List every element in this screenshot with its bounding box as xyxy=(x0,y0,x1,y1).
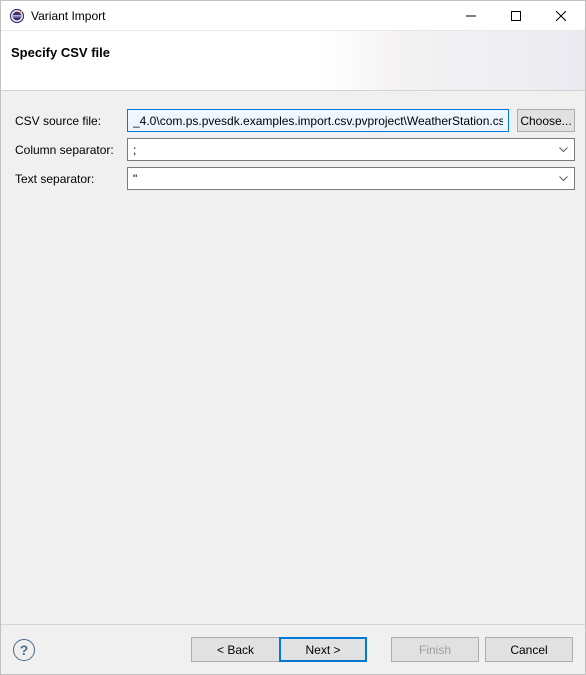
text-separator-select[interactable]: " xyxy=(127,167,575,190)
csv-source-input[interactable] xyxy=(127,109,509,132)
back-button[interactable]: < Back xyxy=(191,637,279,662)
minimize-button[interactable] xyxy=(448,1,493,30)
next-button[interactable]: Next > xyxy=(279,637,367,662)
text-separator-label: Text separator: xyxy=(15,172,123,186)
eclipse-icon xyxy=(9,8,25,24)
maximize-button[interactable] xyxy=(493,1,538,30)
window-controls xyxy=(448,1,583,30)
text-separator-row: Text separator: " xyxy=(15,167,575,190)
csv-source-label: CSV source file: xyxy=(15,114,123,128)
choose-button[interactable]: Choose... xyxy=(517,109,575,132)
titlebar: Variant Import xyxy=(1,1,585,31)
column-separator-label: Column separator: xyxy=(15,143,123,157)
wizard-buttons: < Back Next > Finish Cancel xyxy=(191,637,573,662)
wizard-header: Specify CSV file xyxy=(1,31,585,91)
wizard-content: CSV source file: Choose... Column separa… xyxy=(1,91,585,624)
chevron-down-icon xyxy=(559,176,568,182)
wizard-footer: ? < Back Next > Finish Cancel xyxy=(1,624,585,674)
window-title: Variant Import xyxy=(31,9,448,23)
chevron-down-icon xyxy=(559,147,568,153)
column-separator-value: ; xyxy=(133,143,136,157)
column-separator-select[interactable]: ; xyxy=(127,138,575,161)
help-icon[interactable]: ? xyxy=(13,639,35,661)
column-separator-row: Column separator: ; xyxy=(15,138,575,161)
text-separator-value: " xyxy=(133,172,137,186)
nav-button-group: < Back Next > xyxy=(191,637,367,662)
cancel-button[interactable]: Cancel xyxy=(485,637,573,662)
close-button[interactable] xyxy=(538,1,583,30)
csv-source-row: CSV source file: Choose... xyxy=(15,109,575,132)
finish-button[interactable]: Finish xyxy=(391,637,479,662)
page-title: Specify CSV file xyxy=(11,45,569,60)
